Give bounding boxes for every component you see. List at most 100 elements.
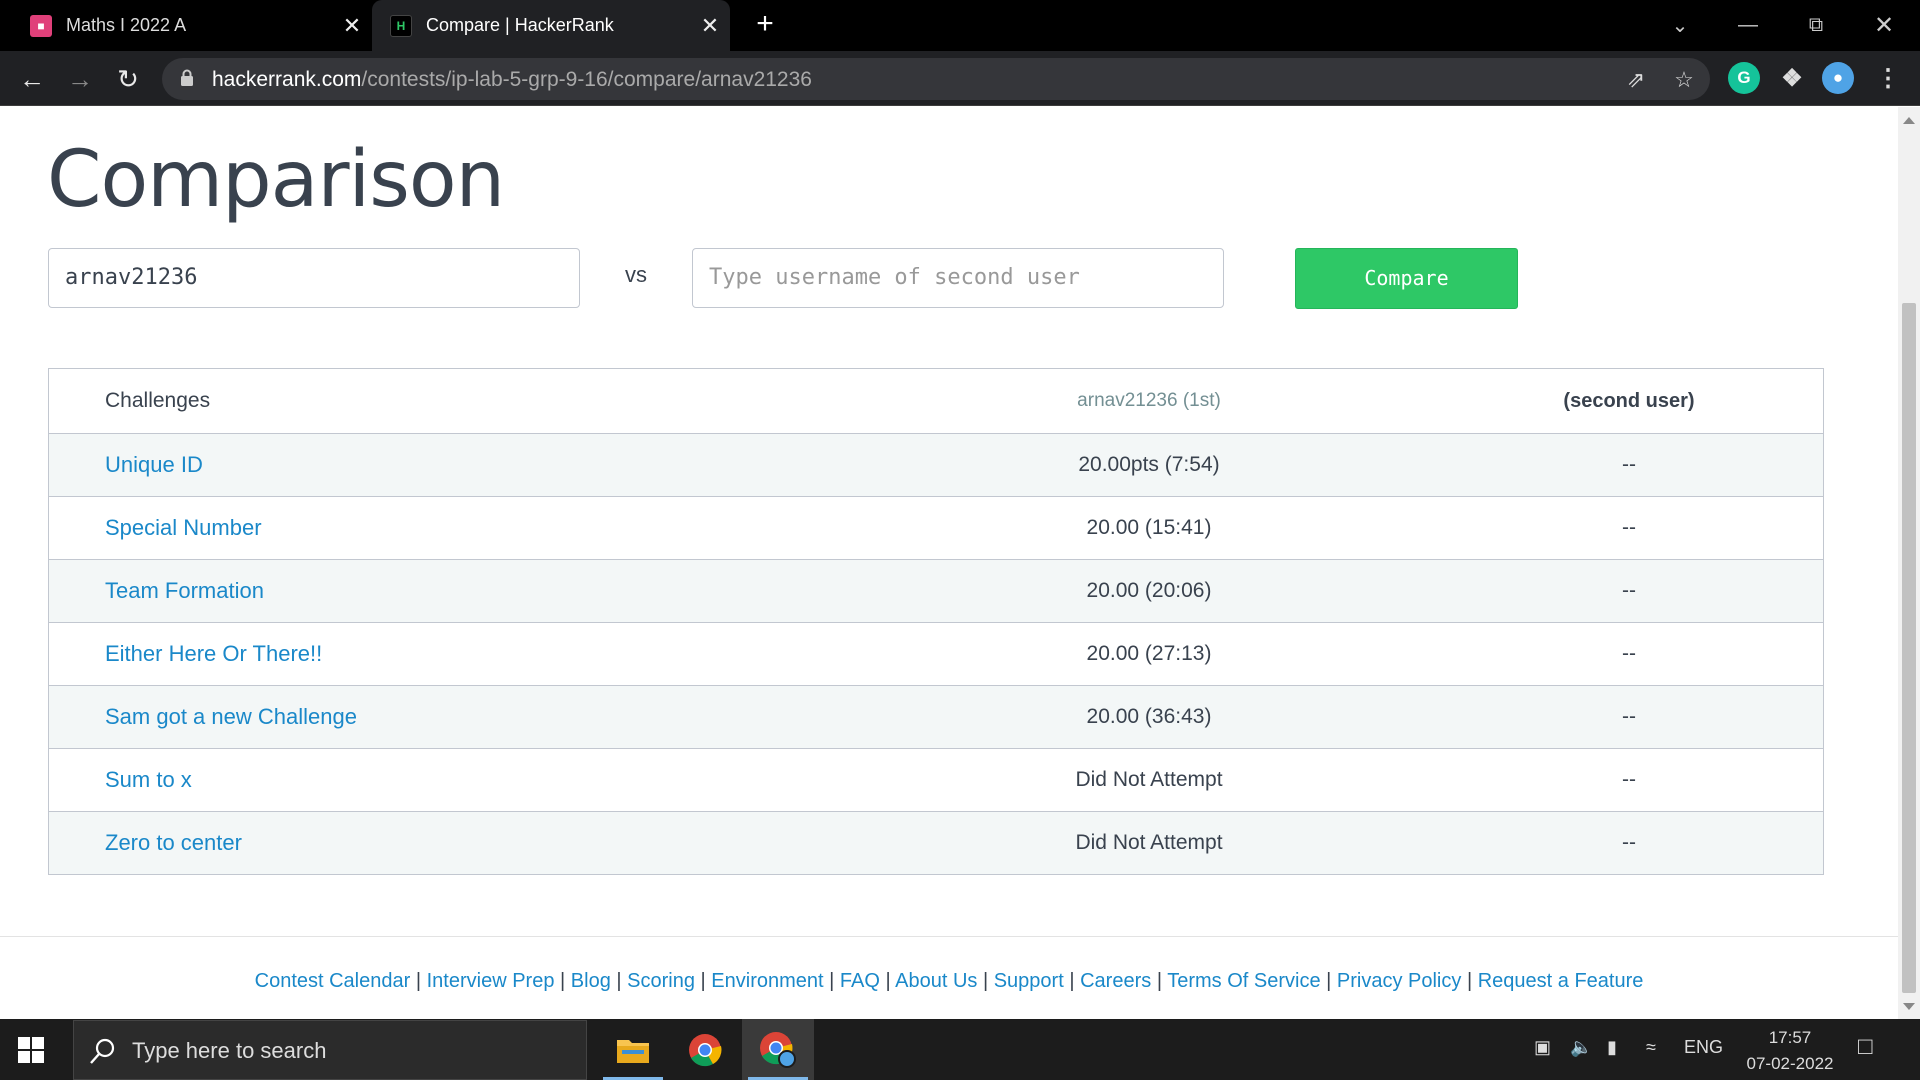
first-user-score: Did Not Attempt [1075, 831, 1223, 854]
battery-icon[interactable]: ▮ [1607, 1037, 1617, 1058]
vs-label: vs [625, 262, 647, 287]
restore-icon[interactable]: ⧉ [1782, 0, 1850, 51]
scroll-up-arrow-icon[interactable] [1903, 117, 1915, 124]
page-content: Comparison arnav21236 vs Type username o… [0, 107, 1898, 1019]
clock-date: 07-02-2022 [1746, 1054, 1834, 1073]
profile-avatar-icon[interactable]: ● [1822, 62, 1854, 94]
first-user-score: 20.00 (20:06) [1086, 579, 1212, 602]
tab-title: Maths I 2022 A [66, 15, 187, 35]
table-row: Zero to center Did Not Attempt -- [49, 811, 1823, 874]
footer-separator: | [700, 970, 706, 992]
compare-button[interactable]: Compare [1295, 248, 1518, 309]
footer-link-request-feature[interactable]: Request a Feature [1478, 970, 1644, 992]
notification-center-icon[interactable]: □ [1858, 1033, 1873, 1061]
footer-link-contest-calendar[interactable]: Contest Calendar [255, 970, 411, 992]
table-row: Sam got a new Challenge 20.00 (36:43) -- [49, 685, 1823, 748]
footer-link-terms[interactable]: Terms Of Service [1167, 970, 1320, 992]
table-row: Team Formation 20.00 (20:06) -- [49, 559, 1823, 622]
page-title: Comparison [47, 135, 505, 225]
close-tab-icon[interactable]: ✕ [690, 13, 730, 39]
back-arrow-icon[interactable]: ← [14, 61, 50, 97]
taskbar-search-box[interactable]: Type here to search [73, 1020, 587, 1080]
challenge-link[interactable]: Either Here Or There!! [105, 641, 322, 667]
footer-separator: | [829, 970, 835, 992]
footer-separator: | [1466, 970, 1473, 992]
minimize-icon[interactable]: — [1714, 0, 1782, 51]
scrollbar-thumb[interactable] [1902, 303, 1916, 993]
footer-link-interview-prep[interactable]: Interview Prep [427, 970, 555, 992]
forward-arrow-icon[interactable]: → [62, 61, 98, 97]
wifi-icon[interactable]: ≈ [1646, 1037, 1656, 1058]
challenge-link[interactable]: Zero to center [105, 830, 242, 856]
footer-link-support[interactable]: Support [994, 970, 1064, 992]
header-first-user: arnav21236 (1st) [1077, 390, 1221, 411]
challenge-link[interactable]: Special Number [105, 515, 262, 541]
grammarly-extension-icon[interactable]: G [1728, 62, 1760, 94]
table-row: Sum to x Did Not Attempt -- [49, 748, 1823, 811]
second-user-input[interactable]: Type username of second user [692, 248, 1224, 308]
classroom-favicon-icon: ■ [30, 14, 52, 37]
footer-separator: | [982, 970, 989, 992]
chrome-profile-icon [760, 1031, 796, 1068]
footer-link-about-us[interactable]: About Us [895, 970, 977, 992]
first-user-score: 20.00 (15:41) [1086, 516, 1212, 539]
table-row: Special Number 20.00 (15:41) -- [49, 496, 1823, 559]
close-window-icon[interactable]: ✕ [1850, 0, 1918, 51]
url-host: hackerrank.com [212, 68, 362, 91]
second-user-score: -- [1622, 453, 1636, 476]
close-tab-icon[interactable]: ✕ [332, 13, 372, 39]
address-bar[interactable]: hackerrank.com/contests/ip-lab-5-grp-9-1… [162, 58, 1710, 100]
footer-separator: | [560, 970, 566, 992]
page-scrollbar[interactable] [1898, 107, 1920, 1019]
tab-compare[interactable]: H Compare | HackerRank ✕ [372, 0, 730, 51]
footer-separator: | [1156, 970, 1163, 992]
second-user-score: -- [1622, 831, 1636, 854]
language-indicator[interactable]: ENG [1684, 1037, 1723, 1058]
clock-time: 17:57 [1768, 1028, 1812, 1047]
share-icon[interactable]: ⇗ [1622, 66, 1650, 94]
second-user-score: -- [1622, 516, 1636, 539]
challenge-link[interactable]: Team Formation [105, 578, 264, 604]
first-user-input[interactable]: arnav21236 [48, 248, 580, 308]
windows-taskbar: Type here to search ▣ 🔈 ▮ ≈ ENG 17:57 07… [0, 1019, 1920, 1080]
page-footer: Contest Calendar | Interview Prep | Blog… [0, 936, 1898, 1019]
footer-links: Contest Calendar | Interview Prep | Blog… [0, 970, 1898, 993]
taskbar-chrome[interactable] [669, 1019, 741, 1080]
lock-icon [181, 69, 193, 86]
tab-maths[interactable]: ■ Maths I 2022 A ✕ [0, 0, 372, 51]
scroll-down-arrow-icon[interactable] [1903, 1003, 1915, 1010]
windows-start-icon[interactable] [18, 1037, 44, 1063]
footer-link-environment[interactable]: Environment [711, 970, 823, 992]
footer-link-privacy[interactable]: Privacy Policy [1337, 970, 1461, 992]
challenge-link[interactable]: Sum to x [105, 767, 192, 793]
bookmark-star-icon[interactable]: ☆ [1670, 66, 1698, 94]
footer-link-faq[interactable]: FAQ [840, 970, 880, 992]
security-tray-icon[interactable]: ▣ [1534, 1037, 1551, 1058]
first-user-score: 20.00pts (7:54) [1078, 453, 1220, 476]
taskbar-clock[interactable]: 17:57 07-02-2022 [1735, 1025, 1845, 1077]
table-row: Either Here Or There!! 20.00 (27:13) -- [49, 622, 1823, 685]
reload-icon[interactable]: ↻ [110, 61, 146, 97]
taskbar-chrome-profile[interactable] [742, 1019, 814, 1080]
chrome-icon [689, 1033, 722, 1066]
url-text[interactable]: hackerrank.com/contests/ip-lab-5-grp-9-1… [212, 68, 812, 92]
challenge-link[interactable]: Unique ID [105, 452, 203, 478]
table-row: Unique ID 20.00pts (7:54) -- [49, 433, 1823, 496]
footer-separator: | [1069, 970, 1075, 992]
second-user-score: -- [1622, 768, 1636, 791]
footer-link-careers[interactable]: Careers [1080, 970, 1151, 992]
tab-search-chevron-icon[interactable]: ⌄ [1646, 0, 1714, 51]
more-menu-icon[interactable]: ⋮ [1872, 62, 1904, 94]
first-user-score: 20.00 (36:43) [1086, 705, 1212, 728]
footer-separator: | [1326, 970, 1332, 992]
challenge-link[interactable]: Sam got a new Challenge [105, 704, 357, 730]
table-header-row: Challenges arnav21236 (1st) (second user… [49, 369, 1823, 433]
taskbar-file-explorer[interactable] [597, 1019, 669, 1080]
new-tab-plus-icon[interactable]: + [748, 8, 782, 42]
volume-icon[interactable]: 🔈 [1570, 1037, 1592, 1058]
footer-link-scoring[interactable]: Scoring [627, 970, 695, 992]
extensions-puzzle-icon[interactable]: ❖ [1776, 62, 1808, 94]
footer-link-blog[interactable]: Blog [571, 970, 611, 992]
footer-separator: | [616, 970, 622, 992]
search-icon [90, 1038, 115, 1064]
